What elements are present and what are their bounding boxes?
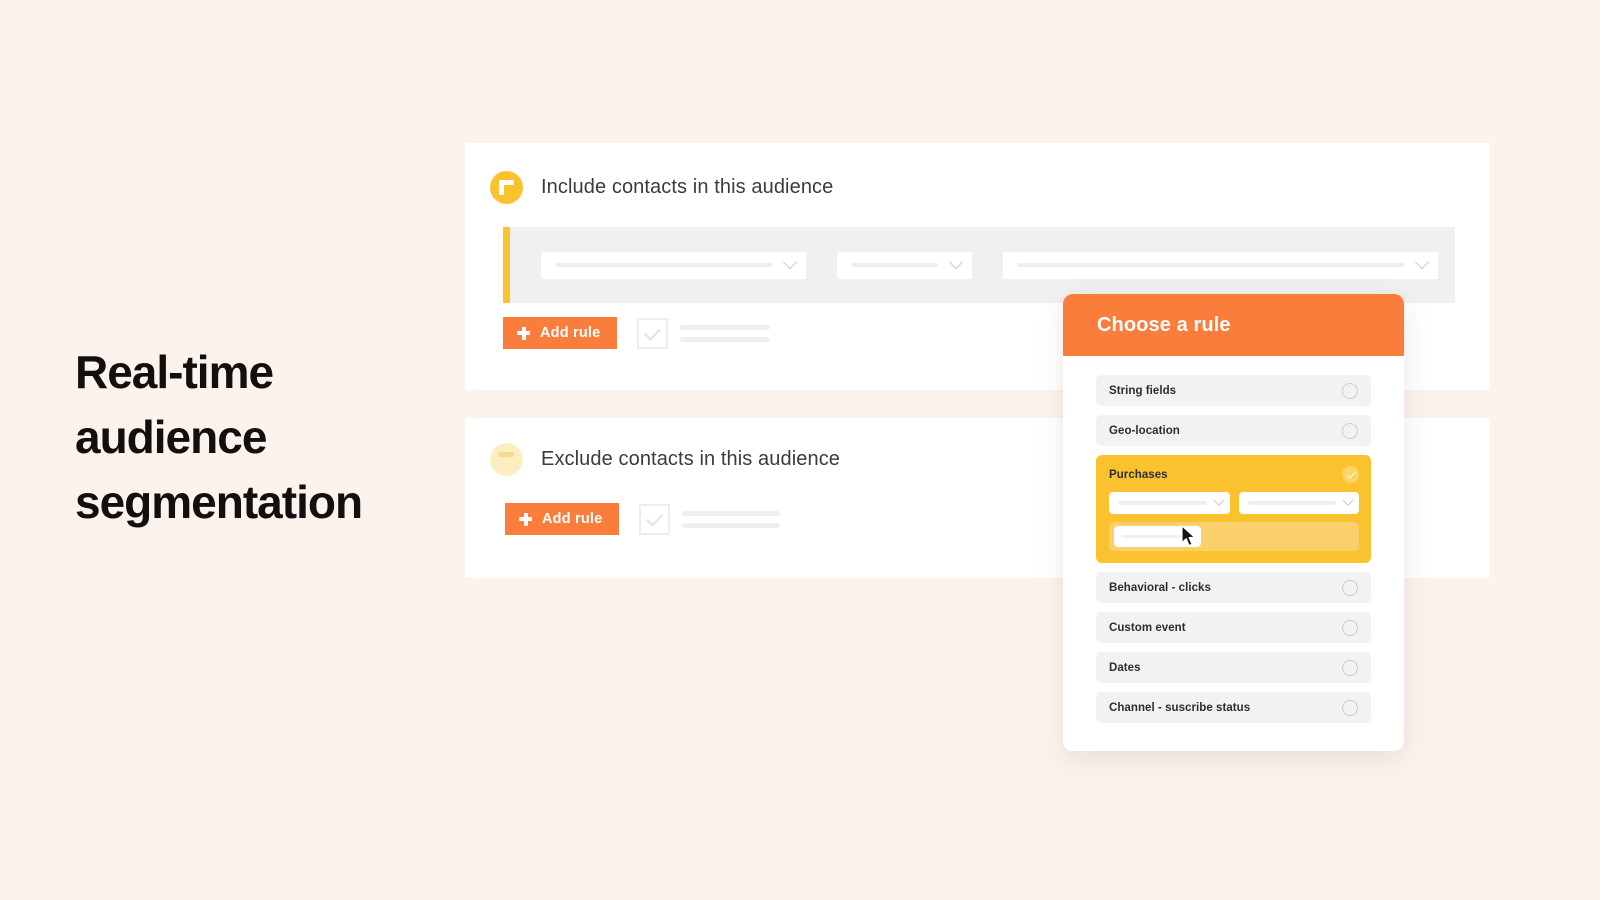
exclude-card-title: Exclude contacts in this audience — [541, 448, 841, 470]
placeholder-line — [851, 263, 939, 267]
rule-option-label: Geo-location — [1109, 424, 1180, 437]
checkmark-icon — [646, 509, 664, 527]
checkmark-icon — [644, 323, 662, 341]
rule-option-label: Channel - suscribe status — [1109, 701, 1251, 714]
add-rule-button-include[interactable]: Add rule — [503, 317, 618, 349]
purchases-value-row — [1109, 522, 1359, 551]
rule-option-list: String fields Geo-location Purchases Beh… — [1063, 356, 1404, 751]
rule-option-string-fields[interactable]: String fields — [1096, 375, 1371, 406]
include-card-header: Include contacts in this audience — [465, 143, 1490, 204]
plus-icon — [519, 512, 532, 526]
plus-icon — [517, 326, 530, 340]
chevron-down-icon — [1342, 494, 1354, 506]
rule-option-channel-subscribe-status[interactable]: Channel - suscribe status — [1096, 692, 1371, 723]
purchases-field-dropdown-1[interactable] — [1109, 492, 1230, 514]
include-match-checkbox[interactable] — [637, 317, 669, 349]
exclude-add-rule-row: Add rule — [505, 503, 781, 535]
minus-icon — [490, 443, 523, 476]
radio-empty-icon[interactable] — [1342, 659, 1358, 676]
rule-option-purchases-header: Purchases — [1109, 466, 1359, 483]
rule-option-purchases[interactable]: Purchases — [1096, 455, 1371, 563]
plus-icon — [490, 171, 523, 204]
radio-empty-icon[interactable] — [1342, 422, 1358, 439]
rule-option-label: Behavioral - clicks — [1109, 581, 1211, 594]
include-add-rule-row: Add rule — [503, 317, 771, 349]
choose-a-rule-header: Choose a rule — [1063, 294, 1404, 356]
radio-empty-icon[interactable] — [1342, 699, 1358, 716]
include-match-placeholder-text — [680, 324, 771, 342]
chevron-down-icon — [948, 255, 964, 270]
chevron-down-icon — [1414, 255, 1430, 270]
add-rule-label: Add rule — [542, 511, 603, 527]
include-rule-row — [503, 227, 1455, 303]
rule-value-dropdown[interactable] — [1003, 251, 1438, 279]
rule-option-label: String fields — [1109, 384, 1177, 397]
radio-checked-icon[interactable] — [1342, 466, 1359, 483]
purchases-field-row — [1109, 492, 1359, 514]
placeholder-line — [1118, 501, 1207, 505]
purchases-field-dropdown-2[interactable] — [1238, 492, 1359, 514]
rule-option-custom-event[interactable]: Custom event — [1096, 612, 1371, 643]
add-rule-label: Add rule — [540, 325, 601, 341]
rule-field-dropdown-1[interactable] — [541, 251, 806, 279]
page-title-line-1: Real-time — [75, 346, 274, 398]
choose-a-rule-panel: Choose a rule String fields Geo-location… — [1063, 294, 1404, 751]
radio-empty-icon[interactable] — [1342, 579, 1358, 596]
rule-operator-dropdown[interactable] — [837, 251, 972, 279]
rule-option-geo-location[interactable]: Geo-location — [1096, 415, 1371, 446]
choose-a-rule-title: Choose a rule — [1097, 313, 1231, 336]
page-title-line-3: segmentation — [75, 476, 363, 528]
include-card-title: Include contacts in this audience — [541, 176, 834, 198]
page-title-line-2: audience — [75, 411, 267, 463]
exclude-match-checkbox[interactable] — [639, 503, 671, 535]
add-rule-button-exclude[interactable]: Add rule — [505, 503, 620, 535]
placeholder-line — [1247, 501, 1336, 505]
mouse-cursor-icon — [1181, 525, 1196, 546]
placeholder-line — [555, 263, 773, 267]
placeholder-line — [1017, 263, 1405, 267]
rule-option-label: Custom event — [1109, 621, 1186, 634]
radio-empty-icon[interactable] — [1342, 382, 1358, 399]
rule-option-label: Purchases — [1109, 468, 1168, 481]
rule-option-behavioral-clicks[interactable]: Behavioral - clicks — [1096, 572, 1371, 603]
rule-accent-bar — [503, 227, 510, 303]
chevron-down-icon — [1212, 494, 1225, 506]
rule-option-label: Dates — [1109, 661, 1141, 674]
chevron-down-icon — [782, 255, 798, 270]
radio-empty-icon[interactable] — [1342, 619, 1358, 636]
rule-option-dates[interactable]: Dates — [1096, 652, 1371, 683]
page-title: Real-time audience segmentation — [75, 340, 415, 535]
exclude-match-placeholder-text — [682, 510, 781, 528]
